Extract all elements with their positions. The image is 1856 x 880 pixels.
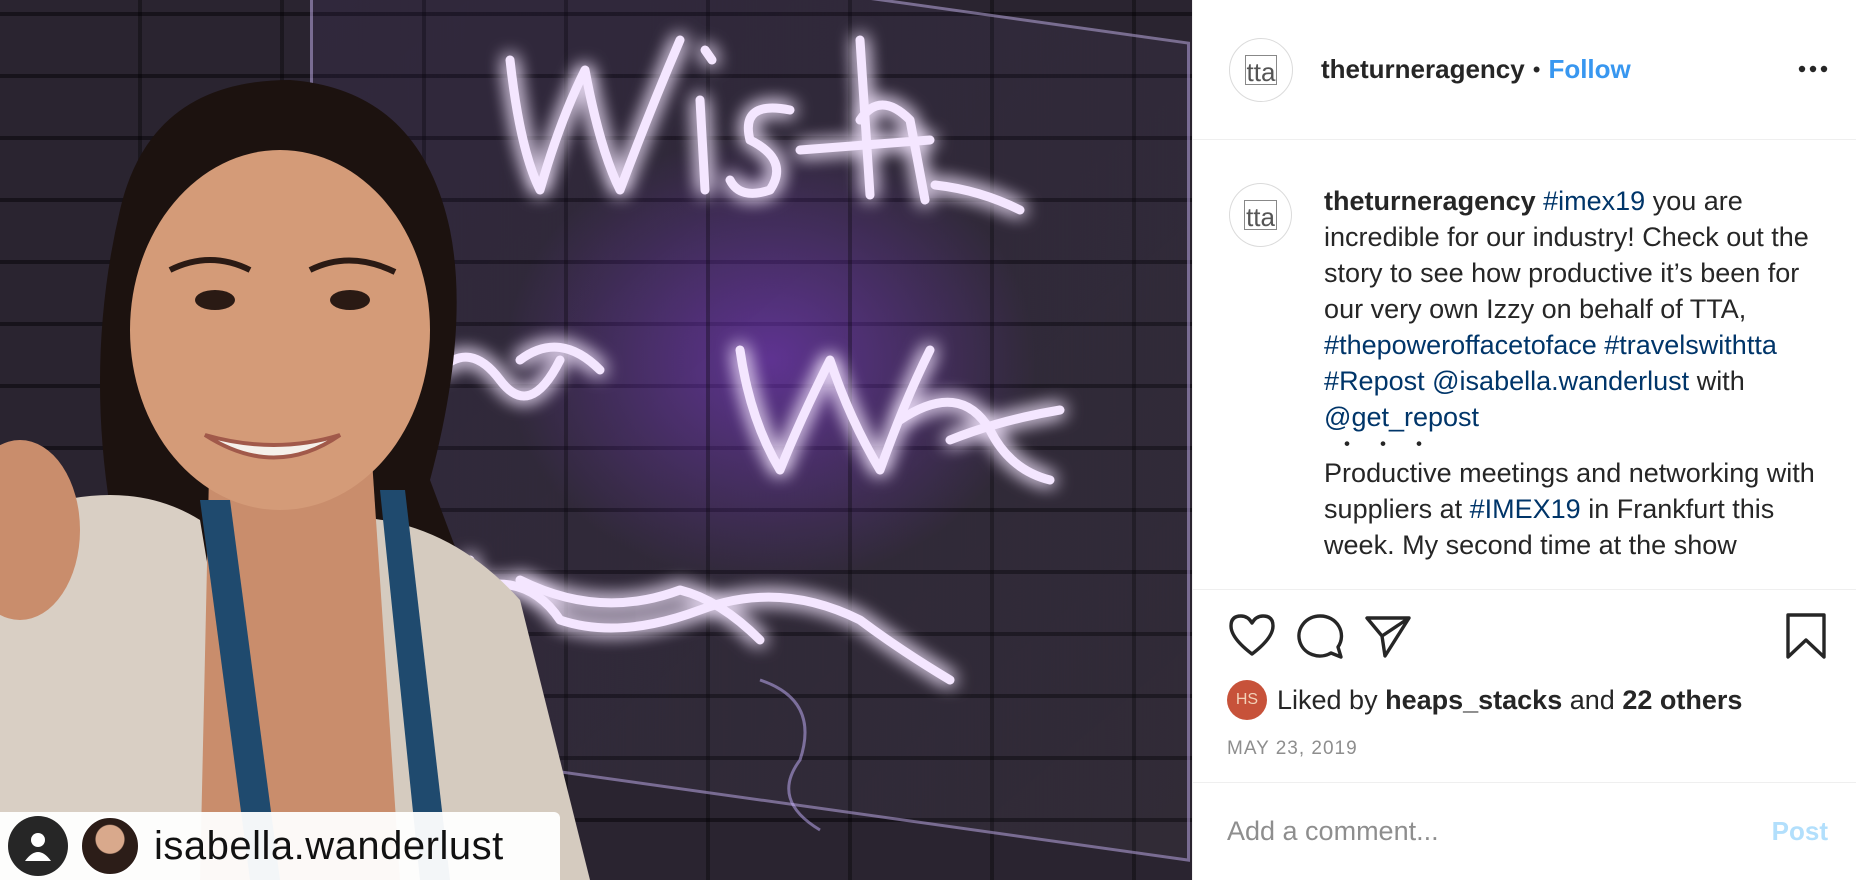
caption-body: #imex19 you are incredible for our indus…: [1324, 186, 1809, 432]
separator-dot: •: [1532, 56, 1541, 82]
author-username[interactable]: theturneragency: [1321, 54, 1525, 85]
like-heart-icon[interactable]: [1227, 612, 1277, 658]
repost-username: isabella.wanderlust: [154, 823, 504, 868]
caption: tta theturneragency #imex19 you are incr…: [1229, 183, 1836, 563]
caption-hashtag-link[interactable]: #thepoweroffacetoface: [1324, 330, 1597, 360]
caption-text-segment: with: [1689, 366, 1745, 396]
more-options-icon[interactable]: [1798, 54, 1828, 74]
caption-author-avatar[interactable]: tta: [1229, 183, 1293, 247]
caption-hashtag-link[interactable]: #Repost: [1324, 366, 1425, 396]
post-date[interactable]: MAY 23, 2019: [1227, 738, 1358, 760]
likes-joiner: and: [1569, 684, 1615, 715]
caption-hashtag-link[interactable]: #imex19: [1543, 186, 1645, 216]
caption-text-segment: [1425, 366, 1433, 396]
post-photo[interactable]: isabella.wanderlust: [0, 0, 1192, 880]
repost-credit-badge[interactable]: isabella.wanderlust: [0, 812, 560, 880]
liker-username[interactable]: heaps_stacks: [1385, 685, 1562, 716]
liker-avatar[interactable]: HS: [1227, 680, 1267, 720]
caption-hashtag-link[interactable]: @get_repost: [1324, 402, 1479, 432]
comments-section[interactable]: tta theturneragency #imex19 you are incr…: [1193, 141, 1856, 590]
caption-text: theturneragency #imex19 you are incredib…: [1324, 183, 1836, 563]
post-details-panel: tta theturneragency • Follow tta theturn…: [1192, 0, 1856, 880]
follow-button[interactable]: Follow: [1548, 54, 1630, 85]
comment-input[interactable]: [1227, 816, 1772, 847]
add-comment-bar: Post: [1193, 782, 1856, 880]
caption-ellipsis: ・・・: [1336, 432, 1445, 457]
likes-prefix: Liked by: [1277, 684, 1378, 715]
author-avatar[interactable]: tta: [1229, 37, 1293, 102]
caption-hashtag-link[interactable]: @isabella.wanderlust: [1432, 366, 1689, 396]
save-bookmark-icon[interactable]: [1784, 612, 1828, 660]
repost-user-avatar: [80, 816, 140, 876]
post-comment-button[interactable]: Post: [1772, 816, 1828, 847]
caption-hashtag-link[interactable]: #IMEX19: [1470, 494, 1581, 524]
action-bar: [1227, 612, 1828, 668]
likes-others-link[interactable]: 22 others: [1622, 685, 1742, 716]
person-selfie: [0, 80, 590, 880]
user-icon: [8, 816, 68, 876]
caption-hashtag-link[interactable]: #travelswithtta: [1604, 330, 1777, 360]
caption-continuation: Productive meetings and networking with …: [1324, 458, 1815, 560]
caption-author-username[interactable]: theturneragency: [1324, 186, 1536, 216]
likes-summary: HS Liked by heaps_stacks and 22 others: [1227, 680, 1742, 720]
share-paper-plane-icon[interactable]: [1363, 612, 1413, 660]
post-header: tta theturneragency • Follow: [1193, 0, 1856, 140]
comment-bubble-icon[interactable]: [1295, 612, 1345, 662]
